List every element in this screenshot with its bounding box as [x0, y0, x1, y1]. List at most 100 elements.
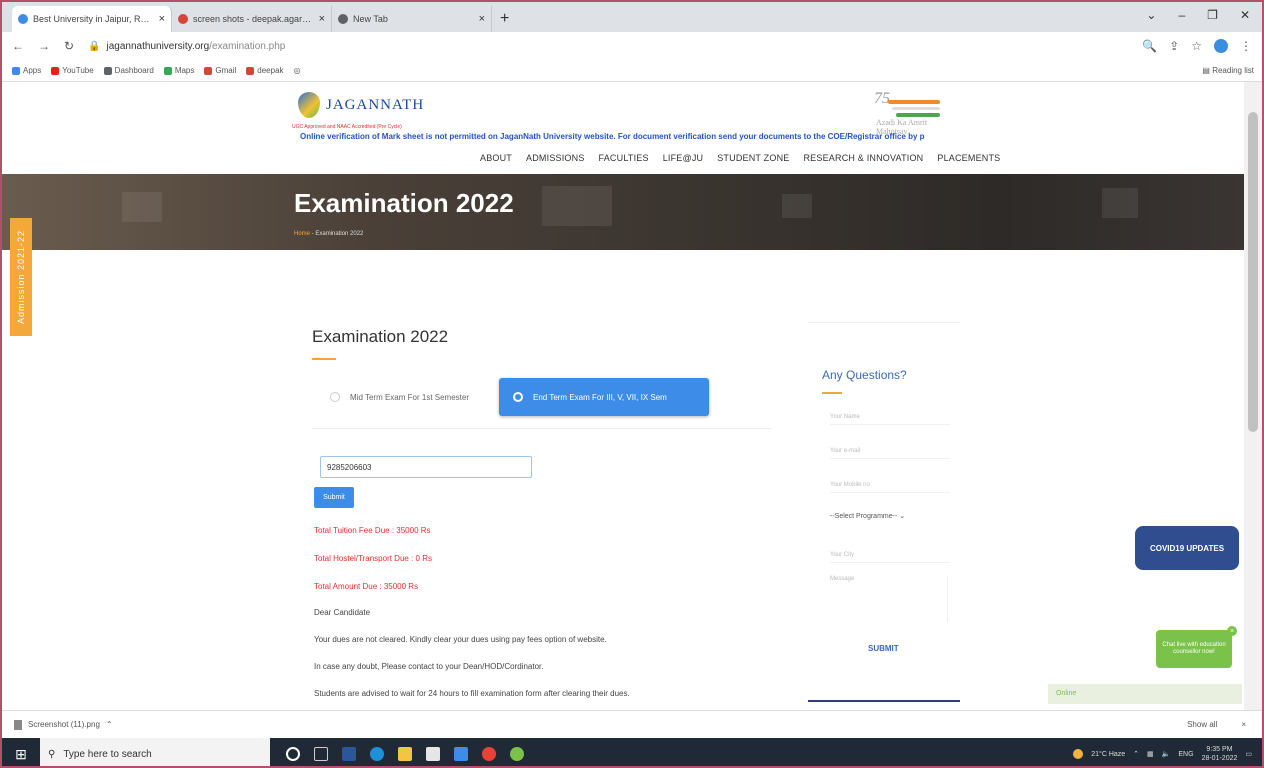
message-greeting: Dear Candidate — [314, 608, 371, 617]
url-field[interactable]: 🔒 jagannathuniversity.org/examination.ph… — [88, 41, 1128, 52]
university-logo[interactable]: JAGANNATH — [298, 92, 424, 118]
network-icon[interactable]: ▦ — [1147, 750, 1154, 758]
profile-avatar[interactable] — [1214, 39, 1228, 53]
browser-tab-1[interactable]: screen shots - deepak.agarwal2 × — [172, 6, 332, 32]
close-tab-icon[interactable]: × — [159, 13, 165, 25]
close-tab-icon[interactable]: × — [479, 13, 485, 25]
bookmark-gmail[interactable]: Gmail — [204, 66, 236, 75]
admission-side-tab[interactable]: Admission 2021-22 — [10, 218, 32, 336]
bookmarks-bar: Apps YouTube Dashboard Maps Gmail deepak… — [2, 60, 1262, 82]
search-icon: ⚲ — [48, 748, 56, 760]
azadi-75: 75 — [874, 90, 890, 107]
nav-life-ju[interactable]: LIFE@JU — [663, 153, 704, 163]
star-icon[interactable]: ☆ — [1191, 39, 1202, 53]
clock-time: 9:35 PM — [1206, 745, 1233, 753]
close-window-icon[interactable]: ✕ — [1240, 8, 1250, 22]
scrollbar-thumb[interactable] — [1248, 112, 1258, 432]
nav-student-zone[interactable]: STUDENT ZONE — [717, 153, 789, 163]
breadcrumb: Home - Examination 2022 — [294, 231, 364, 237]
nav-admissions[interactable]: ADMISSIONS — [526, 153, 585, 163]
word-icon[interactable] — [342, 747, 356, 761]
radio-mid-term[interactable]: Mid Term Exam For 1st Semester — [330, 392, 469, 402]
tray-expand-icon[interactable]: ⌃ — [1133, 750, 1139, 758]
chat-close-icon[interactable]: × — [1227, 626, 1237, 636]
download-item[interactable]: Screenshot (11).png ⌃ — [14, 719, 113, 730]
tuition-fee-due: Total Tuition Fee Due : 35000 Rs — [314, 526, 431, 535]
form-submit-button[interactable]: SUBMIT — [868, 644, 899, 653]
bookmark-dashboard[interactable]: Dashboard — [103, 66, 154, 75]
screen: Best University in Jaipur, Rajasth × scr… — [0, 0, 1264, 768]
bookmark-apps[interactable]: Apps — [12, 66, 41, 75]
tab-search-icon[interactable]: ⌄ — [1146, 8, 1156, 22]
minimize-icon[interactable]: – — [1178, 8, 1185, 22]
banner-building — [1102, 188, 1138, 218]
new-tab-button[interactable]: + — [492, 10, 517, 32]
flag-stroke-green — [896, 113, 940, 117]
form-title: Any Questions? — [822, 368, 907, 382]
nav-placements[interactable]: PLACEMENTS — [937, 153, 1000, 163]
title-underline — [822, 392, 842, 394]
covid-updates-button[interactable]: COVID19 UPDATES — [1135, 526, 1239, 570]
bookmark-youtube[interactable]: YouTube — [51, 66, 94, 75]
restore-icon[interactable]: ❐ — [1207, 8, 1218, 22]
message-textarea[interactable]: Message — [830, 576, 948, 622]
chrome-icon[interactable] — [482, 747, 496, 761]
breadcrumb-home[interactable]: Home — [294, 231, 310, 237]
browser-tab-0[interactable]: Best University in Jaipur, Rajasth × — [12, 6, 172, 32]
share-icon[interactable]: ⇪ — [1169, 39, 1179, 53]
question-form: Any Questions? Your Name Your e-mail You… — [808, 322, 960, 702]
store-icon[interactable] — [426, 747, 440, 761]
mobile-field[interactable]: Your Mobile no — [830, 482, 950, 493]
mail-icon[interactable] — [454, 747, 468, 761]
zoom-icon[interactable]: 🔍 — [1142, 39, 1157, 53]
shield-logo-icon — [298, 92, 320, 118]
volume-icon[interactable]: 🔈 — [1162, 750, 1171, 758]
chevron-up-icon[interactable]: ⌃ — [106, 720, 113, 729]
shield-app-icon[interactable] — [510, 747, 524, 761]
city-field[interactable]: Your City — [830, 552, 950, 563]
task-view-icon[interactable] — [314, 747, 328, 761]
name-field[interactable]: Your Name — [830, 414, 950, 425]
notification-icon[interactable]: ▭ — [1245, 750, 1252, 758]
nav-research[interactable]: RESEARCH & INNOVATION — [803, 153, 923, 163]
notice-marquee: Online verification of Mark sheet is not… — [300, 132, 925, 141]
edge-icon[interactable] — [370, 747, 384, 761]
divider — [312, 428, 772, 429]
bookmark-maps[interactable]: Maps — [163, 66, 194, 75]
programme-select[interactable]: --Select Programme-- ⌄ — [830, 512, 950, 520]
close-download-bar-icon[interactable]: × — [1241, 720, 1246, 729]
title-underline — [312, 358, 336, 360]
clock[interactable]: 9:35 PM 28-01-2022 — [1202, 745, 1238, 763]
chrome-icon — [338, 14, 348, 24]
back-icon[interactable]: ← — [12, 39, 24, 53]
cortana-icon[interactable] — [286, 747, 300, 761]
radio-end-term[interactable]: End Term Exam For III, V, VII, IX Sem — [499, 378, 709, 416]
close-tab-icon[interactable]: × — [319, 13, 325, 25]
nav-faculties[interactable]: FACULTIES — [599, 153, 649, 163]
chrome-icon[interactable]: ◎ — [294, 66, 301, 75]
chat-widget-bar[interactable]: Online — [1048, 684, 1242, 704]
browser-tab-2[interactable]: New Tab × — [332, 6, 492, 32]
weather-text[interactable]: 21°C Haze — [1091, 751, 1125, 758]
file-explorer-icon[interactable] — [398, 747, 412, 761]
reload-icon[interactable]: ↻ — [64, 39, 74, 53]
forward-icon[interactable]: → — [38, 39, 50, 53]
page-scrollbar[interactable] — [1244, 82, 1262, 710]
submit-button[interactable]: Submit — [314, 487, 354, 508]
chat-invite-bubble[interactable]: Chat live with education counsellor now! — [1156, 630, 1232, 668]
language-indicator[interactable]: ENG — [1178, 751, 1193, 758]
flag-stroke-saffron — [888, 100, 940, 104]
download-bar: Screenshot (11).png ⌃ Show all × — [2, 710, 1262, 738]
email-field[interactable]: Your e-mail — [830, 448, 950, 459]
windows-start-icon[interactable]: ⊞ — [2, 738, 40, 766]
page-banner: Examination 2022 Home - Examination 2022 — [2, 174, 1248, 250]
banner-building — [542, 186, 612, 226]
reading-list-button[interactable]: ▤ Reading list — [1202, 66, 1254, 75]
nav-about[interactable]: ABOUT — [480, 153, 512, 163]
show-all-button[interactable]: Show all — [1187, 720, 1217, 729]
bookmark-deepak[interactable]: deepak — [246, 66, 284, 75]
dashboard-icon — [103, 66, 112, 75]
menu-icon[interactable]: ⋮ — [1240, 39, 1252, 53]
taskbar-search[interactable]: ⚲ Type here to search — [40, 738, 270, 766]
roll-number-input[interactable] — [320, 456, 532, 478]
